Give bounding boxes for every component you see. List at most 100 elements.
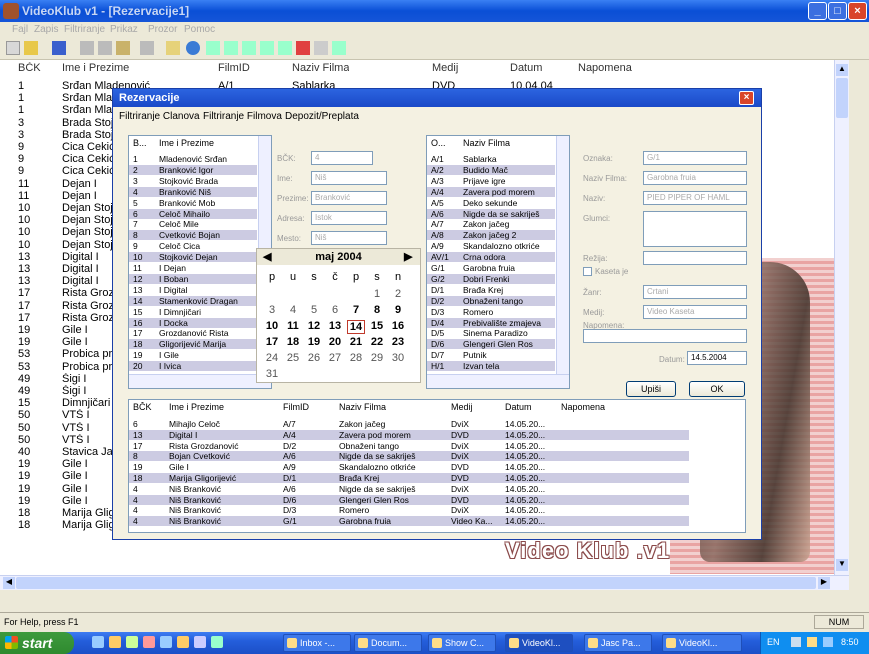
member-field-input[interactable]: Branković	[311, 191, 387, 205]
member-row[interactable]: 12 I Boban	[129, 273, 257, 284]
calendar-day[interactable]: 23	[389, 336, 407, 348]
window-icon[interactable]	[287, 638, 297, 648]
res-cell[interactable]: DVD	[451, 473, 503, 483]
member-name[interactable]: I Dimnjičari	[159, 307, 257, 317]
res-cell[interactable]: Video Ka...	[451, 516, 503, 526]
table-cell[interactable]: 10	[18, 226, 58, 238]
member-bck[interactable]: 20	[133, 361, 155, 371]
res-cell[interactable]: Niš Branković	[169, 505, 279, 515]
film-row[interactable]: D/4 Prebivalište zmajeva	[427, 317, 555, 328]
calendar-day[interactable]: 5	[305, 304, 323, 316]
calendar-day[interactable]: 2	[389, 288, 407, 300]
calendar-day[interactable]: 15	[368, 320, 386, 332]
res-cell[interactable]: 17	[133, 441, 163, 451]
taskbar-window-button[interactable]: VideoKl...	[505, 634, 573, 652]
res-cell[interactable]: Mihajlo Celoč	[169, 419, 279, 429]
film-id[interactable]: A/8	[431, 230, 461, 240]
member-row[interactable]: 15 I Dimnjičari	[129, 307, 257, 317]
film-id[interactable]: A/9	[431, 241, 461, 251]
calendar-day[interactable]: 3	[263, 304, 281, 316]
film-id[interactable]: D/4	[431, 318, 461, 328]
calendar-day[interactable]: 4	[284, 304, 302, 316]
film-field-input[interactable]	[643, 211, 747, 247]
table-cell[interactable]: 10	[18, 202, 58, 214]
table-cell[interactable]: 53	[18, 348, 58, 360]
refresh-icon[interactable]	[332, 41, 346, 55]
film-row[interactable]: G/1 Garobna fruia	[427, 263, 555, 273]
member-bck[interactable]: 2	[133, 165, 155, 175]
res-cell[interactable]: A/7	[283, 419, 335, 429]
menu-filtriranje[interactable]: Filtriranje	[64, 24, 105, 35]
res-col-header[interactable]: Ime i Prezime	[169, 402, 224, 414]
calendar-day[interactable]: 25	[284, 352, 302, 364]
copy-icon[interactable]	[98, 41, 112, 55]
member-bck[interactable]: 18	[133, 339, 155, 349]
table-cell[interactable]: 18	[18, 519, 58, 531]
film-id[interactable]: G/1	[431, 263, 461, 273]
film-field-input[interactable]	[583, 329, 747, 343]
res-cell[interactable]: 14.05.20...	[505, 451, 559, 461]
member-name[interactable]: I Docka	[159, 318, 257, 328]
member-name[interactable]: I Digital	[159, 285, 257, 295]
calendar-weekday[interactable]: č	[326, 271, 344, 283]
res-cell[interactable]: Gile I	[169, 462, 279, 472]
calendar-weekday[interactable]: n	[389, 271, 407, 283]
res-row[interactable]: 18 Marija Gligorijević D/1 Brađa Krej DVD 14.…	[129, 473, 689, 483]
table-cell[interactable]: 9	[18, 153, 58, 165]
print-icon[interactable]	[140, 41, 154, 55]
calendar-day[interactable]: 12	[305, 320, 323, 332]
film-row[interactable]: D/6 Glengeri Glen Ros	[427, 339, 555, 350]
member-row[interactable]: 17 Grozdanović Rista	[129, 328, 257, 338]
film-id[interactable]: A/1	[431, 154, 461, 164]
kaseta-checkbox[interactable]	[583, 267, 592, 276]
table-cell[interactable]: 13	[18, 251, 58, 263]
table-cell[interactable]: 40	[18, 446, 58, 458]
film-name[interactable]: Putnik	[463, 350, 555, 360]
table-cell[interactable]: 1	[18, 92, 58, 104]
table-cell[interactable]: 18	[18, 507, 58, 519]
member-row[interactable]: 10 Stojković Dejan	[129, 252, 257, 263]
maximize-icon[interactable]: □	[828, 2, 847, 20]
member-name[interactable]: Branković Igor	[159, 165, 257, 175]
member-bck[interactable]: 9	[133, 241, 155, 251]
calendar-day[interactable]: 18	[284, 336, 302, 348]
table-cell[interactable]: 17	[18, 300, 58, 312]
calendar-day[interactable]: 8	[368, 304, 386, 316]
member-row[interactable]: 14 Stamenković Dragan	[129, 295, 257, 306]
member-bck[interactable]: 12	[133, 274, 155, 284]
films-col-id[interactable]: O...	[431, 138, 446, 150]
res-cell[interactable]: 14.05.20...	[505, 462, 559, 472]
menu-filter-films[interactable]: Filtriranje Filmova	[203, 111, 282, 122]
taskbar-window-label[interactable]: Show C...	[445, 638, 484, 648]
member-name[interactable]: Mladenović Srđan	[159, 154, 257, 164]
film-id[interactable]: D/2	[431, 296, 461, 306]
film-name[interactable]: Nigde da se sakriješ	[463, 209, 555, 219]
calendar-day[interactable]: 10	[263, 320, 281, 332]
res-cell[interactable]: D/3	[283, 505, 335, 515]
res-cell[interactable]: 18	[133, 473, 163, 483]
window-icon[interactable]	[432, 638, 442, 648]
kaseta-checkbox-label[interactable]: Kaseta je	[595, 267, 628, 276]
film-id[interactable]: A/6	[431, 209, 461, 219]
film-row[interactable]: D/7 Putnik	[427, 350, 555, 360]
res-cell[interactable]: Obnaženi tango	[339, 441, 447, 451]
main-col-header[interactable]: BČK	[18, 62, 41, 78]
filter-icon[interactable]	[186, 41, 200, 55]
taskbar-window-button[interactable]: VideoKl...	[662, 634, 742, 652]
film-row[interactable]: A/7 Zakon jačeg	[427, 219, 555, 229]
film-name[interactable]: Budido Mač	[463, 165, 555, 175]
member-field-input[interactable]: 4	[311, 151, 373, 165]
res-cell[interactable]: DviX	[451, 505, 503, 515]
dialog-close-icon[interactable]: ×	[739, 91, 754, 105]
film-id[interactable]: A/7	[431, 219, 461, 229]
table-cell[interactable]: 1	[18, 80, 58, 92]
film-row[interactable]: A/9 Skandalozno otkriće	[427, 241, 555, 251]
calendar-next-icon[interactable]: ▶	[404, 250, 412, 263]
calendar-day[interactable]: 14	[347, 320, 365, 334]
films-list[interactable]: O... Naziv Filma A/1 Sablarka A/2 Budido Mač A…	[426, 135, 570, 389]
res-cell[interactable]: DviX	[451, 441, 503, 451]
new-icon[interactable]	[6, 41, 20, 55]
table-cell[interactable]: 49	[18, 385, 58, 397]
film-row[interactable]: D/1 Brađa Krej	[427, 285, 555, 295]
calendar-weekday[interactable]: p	[347, 271, 365, 283]
